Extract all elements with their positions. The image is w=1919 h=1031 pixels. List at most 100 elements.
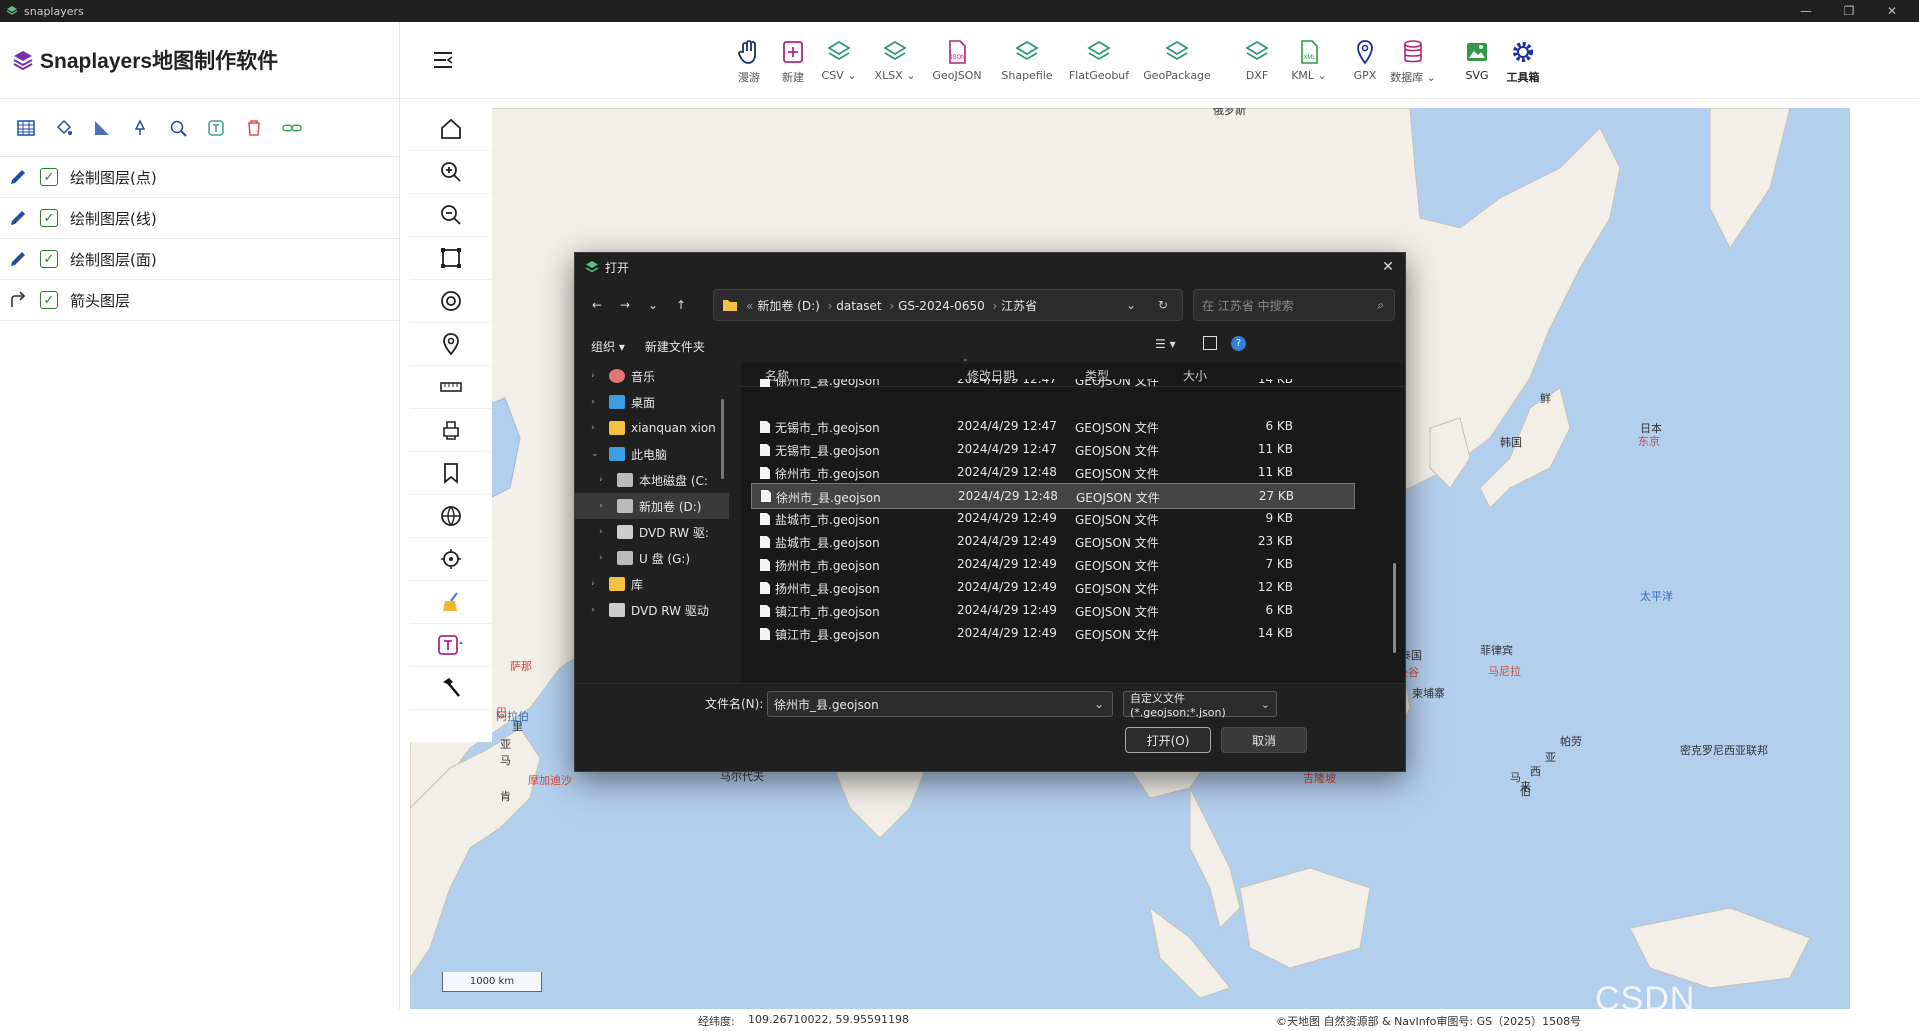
edit-pencil-icon[interactable] (8, 249, 28, 269)
tree-expand-icon[interactable]: › (599, 553, 611, 563)
tree-item[interactable]: › DVD RW 驱: (575, 519, 729, 545)
tree-expand-icon[interactable]: › (599, 501, 611, 511)
layer-visibility-checkbox[interactable]: ✓ (40, 291, 58, 309)
file-row[interactable]: 镇江市_县.geojson 2024/4/29 12:49 GEOJSON 文件 14… (751, 621, 1355, 647)
tree-expand-icon[interactable]: › (591, 579, 603, 589)
open-button[interactable]: 打开(O) (1125, 727, 1211, 753)
filename-dropdown-icon[interactable]: ⌄ (1094, 697, 1104, 711)
basemap-button[interactable] (410, 495, 492, 538)
layer-row[interactable]: ✓ 绘制图层(线) (0, 198, 399, 239)
preview-pane-icon[interactable] (1203, 336, 1217, 350)
recent-chevron-icon[interactable]: ⌄ (639, 291, 667, 319)
toolbar-button[interactable]: XLSX ⌄ (867, 38, 923, 90)
help-icon[interactable]: ? (1231, 336, 1246, 351)
address-bar[interactable]: « 新加卷 (D:) › dataset › GS-2024-0650 › 江苏省… (713, 289, 1183, 321)
toolbar-button[interactable]: FlatGeobuf (1069, 38, 1129, 90)
tree-expand-icon[interactable]: › (591, 397, 603, 407)
edit-pencil-icon[interactable] (8, 167, 28, 187)
refresh-icon[interactable]: ↻ (1158, 298, 1168, 312)
ruler-icon (440, 382, 462, 392)
symbology-icon[interactable] (92, 118, 112, 138)
toolbar-button[interactable]: Shapefile (999, 38, 1055, 90)
tree-item[interactable]: › 本地磁盘 (C: (575, 467, 729, 493)
delete-layer-icon[interactable] (244, 118, 264, 138)
zoom-out-button[interactable] (410, 194, 492, 237)
layer-row[interactable]: ✓ 绘制图层(点) (0, 157, 399, 198)
menu-toggle-icon[interactable] (431, 48, 455, 72)
toolbar-button[interactable]: XML KML ⌄ (1281, 38, 1337, 90)
print-button[interactable] (410, 409, 492, 452)
measure-button[interactable] (410, 366, 492, 409)
zoom-in-button[interactable] (410, 151, 492, 194)
tree-scrollbar[interactable] (721, 399, 724, 479)
tree-item[interactable]: › xianquan xion (575, 415, 729, 441)
dialog-close-button[interactable]: ✕ (1379, 258, 1397, 276)
tree-item[interactable]: › 音乐 (575, 363, 729, 389)
folder-search-input[interactable]: 在 江苏省 中搜索 ⌕ (1193, 289, 1395, 321)
file-type: GEOJSON 文件 (1075, 421, 1159, 435)
toolbar-button[interactable]: GeoPackage (1143, 38, 1211, 90)
file-list-scrollbar[interactable] (1393, 563, 1396, 653)
toolbar-button[interactable]: 数据库 ⌄ (1385, 38, 1441, 90)
attribute-table-icon[interactable] (16, 118, 36, 138)
cancel-button[interactable]: 取消 (1221, 727, 1307, 753)
edit-pencil-icon[interactable] (8, 208, 28, 228)
tree-item[interactable]: › 库 (575, 571, 729, 597)
hammer-button[interactable] (410, 667, 492, 710)
toolbar-button[interactable]: JSON GeoJSON (929, 38, 985, 90)
organize-menu[interactable]: 组织 ▾ (591, 338, 625, 355)
bookmark-button[interactable] (410, 452, 492, 495)
locate-button[interactable] (410, 538, 492, 581)
text-frame-icon[interactable] (206, 118, 226, 138)
breadcrumb-segment[interactable]: GS-2024-0650 (898, 299, 985, 313)
map-label: 马尼拉 (1488, 665, 1521, 678)
forward-arrow-icon[interactable]: → (611, 291, 639, 319)
clear-button[interactable] (410, 581, 492, 624)
breadcrumb-segment[interactable]: dataset (836, 299, 881, 313)
layer-visibility-checkbox[interactable]: ✓ (40, 168, 58, 186)
layer-visibility-checkbox[interactable]: ✓ (40, 209, 58, 227)
home-button[interactable] (410, 108, 492, 151)
toolbar-button[interactable]: CSV ⌄ (811, 38, 867, 90)
breadcrumb-overflow[interactable]: « (746, 299, 753, 313)
restore-button[interactable]: ❐ (1826, 0, 1872, 22)
tree-item[interactable]: › DVD RW 驱动 (575, 597, 729, 623)
address-dropdown-icon[interactable]: ⌄ (1126, 298, 1136, 312)
filename-label: 文件名(N): (705, 697, 764, 711)
file-row[interactable]: 徐州市_县.geojson 2024/4/29 12:47 GEOJSON 文件 14… (751, 379, 1355, 389)
tree-expand-icon[interactable]: ⌄ (591, 449, 603, 459)
tree-item[interactable]: › 新加卷 (D:) (575, 493, 729, 519)
tree-expand-icon[interactable]: › (591, 423, 603, 433)
text-tool-button[interactable] (410, 624, 492, 667)
filename-input[interactable]: 徐州市_县.geojson ⌄ (767, 691, 1113, 717)
new-folder-button[interactable]: 新建文件夹 (645, 338, 705, 355)
close-window-button[interactable]: ✕ (1869, 0, 1915, 22)
link-icon[interactable] (282, 118, 302, 138)
label-pin-icon[interactable] (130, 118, 150, 138)
layer-row[interactable]: ✓ 箭头图层 (0, 280, 399, 321)
up-arrow-icon[interactable]: ↑ (667, 291, 695, 319)
tree-item[interactable]: › 桌面 (575, 389, 729, 415)
layer-row[interactable]: ✓ 绘制图层(面) (0, 239, 399, 280)
full-extent-button[interactable] (410, 237, 492, 280)
breadcrumb-segment[interactable]: 新加卷 (D:) (757, 299, 819, 313)
toolbar-button[interactable]: DXF (1229, 38, 1285, 90)
tree-expand-icon[interactable]: › (591, 371, 603, 381)
file-type-select[interactable]: 自定义文件 (*.geojson;*.json) ⌄ (1123, 691, 1277, 719)
tree-item[interactable]: ⌄ 此电脑 (575, 441, 729, 467)
tree-item[interactable]: › U 盘 (G:) (575, 545, 729, 571)
layer-visibility-checkbox[interactable]: ✓ (40, 250, 58, 268)
minimize-button[interactable]: — (1783, 0, 1829, 22)
zoom-to-layer-icon[interactable] (168, 118, 188, 138)
back-arrow-icon[interactable]: ← (583, 291, 611, 319)
target-button[interactable] (410, 280, 492, 323)
view-options-icon[interactable]: ☰ ▾ (1155, 337, 1176, 351)
breadcrumb-segment[interactable]: 江苏省 (1001, 299, 1037, 313)
toolbar-button[interactable]: 工具箱 (1495, 38, 1551, 90)
arrow-icon[interactable] (8, 290, 28, 310)
style-paint-icon[interactable] (54, 118, 74, 138)
tree-expand-icon[interactable]: › (591, 605, 603, 615)
marker-button[interactable] (410, 323, 492, 366)
tree-expand-icon[interactable]: › (599, 475, 611, 485)
tree-expand-icon[interactable]: › (599, 527, 611, 537)
